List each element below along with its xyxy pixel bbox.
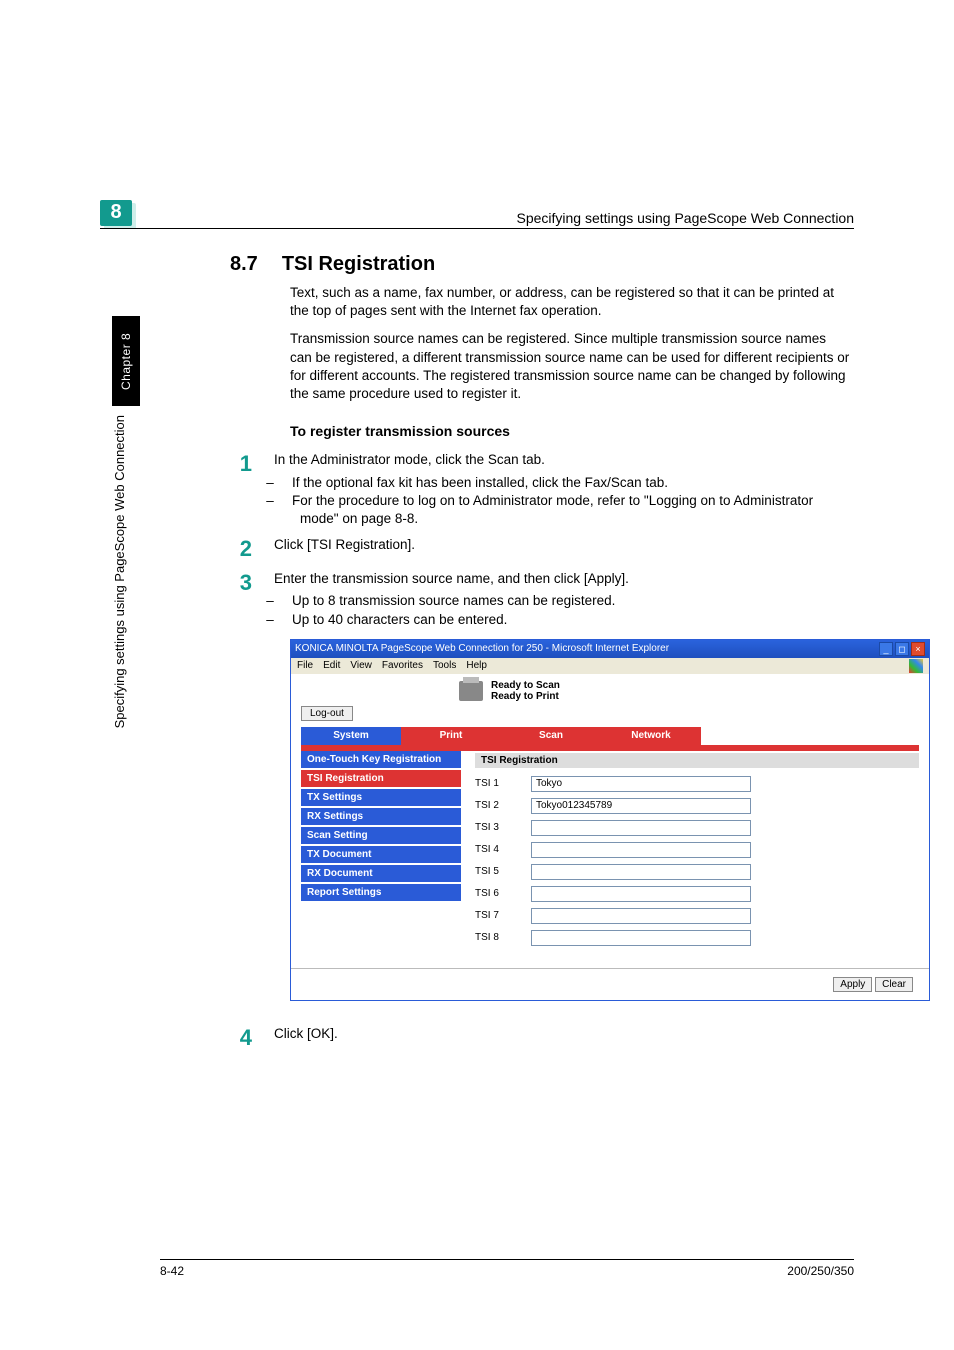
window-title: KONICA MINOLTA PageScope Web Connection … [295,643,669,654]
tsi-row: TSI 6 [475,886,919,902]
procedure-subheading: To register transmission sources [290,423,854,439]
maximize-icon[interactable]: ◻ [895,642,909,656]
tsi-input[interactable] [531,864,751,880]
tsi-input[interactable] [531,930,751,946]
side-nav: One-Touch Key Registration TSI Registrat… [301,751,461,958]
tsi-label: TSI 7 [475,910,511,921]
tsi-row: TSI 4 [475,842,919,858]
tsi-row: TSI 5 [475,864,919,880]
step-subitem-text: Up to 8 transmission source names can be… [292,593,615,608]
step-4: 4 Click [OK]. [230,1025,854,1051]
embedded-browser-window: KONICA MINOLTA PageScope Web Connection … [290,639,930,1001]
step-3: 3 Enter the transmission source name, an… [230,570,854,629]
tsi-input[interactable] [531,776,751,792]
top-tabs: System Print Scan Network [301,727,919,745]
chapter-number-badge: 8 [100,200,132,226]
tsi-input[interactable] [531,886,751,902]
nav-tx-settings[interactable]: TX Settings [301,789,461,808]
menu-help[interactable]: Help [466,660,487,671]
tsi-row: TSI 1 [475,776,919,792]
page-header: 8 Specifying settings using PageScope We… [100,200,854,229]
nav-onetouch[interactable]: One-Touch Key Registration [301,751,461,770]
step-subitem-text: For the procedure to log on to Administr… [292,493,813,526]
apply-button[interactable]: Apply [833,977,872,992]
step-2: 2 Click [TSI Registration]. [230,536,854,562]
nav-tx-document[interactable]: TX Document [301,846,461,865]
tsi-row: TSI 2 [475,798,919,814]
step-subitem: –For the procedure to log on to Administ… [274,492,834,528]
section-number: 8.7 [230,253,258,276]
tab-print[interactable]: Print [401,727,501,745]
step-text: Enter the transmission source name, and … [274,570,629,588]
menu-file[interactable]: File [297,660,313,671]
pane-title: TSI Registration [475,753,919,768]
close-icon[interactable]: × [911,642,925,656]
step-subitem: –Up to 40 characters can be entered. [274,611,629,629]
nav-scan-setting[interactable]: Scan Setting [301,827,461,846]
browser-menubar: File Edit View Favorites Tools Help [291,658,929,674]
clear-button[interactable]: Clear [875,977,913,992]
section-heading: 8.7 TSI Registration [230,253,854,276]
tsi-label: TSI 8 [475,932,511,943]
step-subitem: –Up to 8 transmission source names can b… [274,592,629,610]
tsi-input[interactable] [531,798,751,814]
tab-scan[interactable]: Scan [501,727,601,745]
minimize-icon[interactable]: _ [879,642,893,656]
nav-rx-settings[interactable]: RX Settings [301,808,461,827]
tsi-label: TSI 5 [475,866,511,877]
page-footer: 8-42 200/250/350 [160,1259,854,1278]
tsi-label: TSI 4 [475,844,511,855]
menu-view[interactable]: View [350,660,372,671]
menu-tools[interactable]: Tools [433,660,456,671]
window-titlebar[interactable]: KONICA MINOLTA PageScope Web Connection … [291,640,929,658]
nav-report-settings[interactable]: Report Settings [301,884,461,903]
ready-print-label: Ready to Print [491,691,560,702]
step-subitem-text: If the optional fax kit has been install… [292,475,668,490]
tsi-label: TSI 2 [475,800,511,811]
footer-page-number: 8-42 [160,1264,184,1278]
step-subitem-text: Up to 40 characters can be entered. [292,612,507,627]
tsi-input[interactable] [531,820,751,836]
step-number: 4 [230,1025,252,1051]
side-vertical-title: Specifying settings using PageScope Web … [112,415,127,728]
tsi-row: TSI 3 [475,820,919,836]
status-strip: Ready to Scan Ready to Print [291,674,929,704]
step-number: 1 [230,451,252,477]
side-chapter-tab: Chapter 8 [112,316,140,406]
menu-edit[interactable]: Edit [323,660,340,671]
tsi-label: TSI 3 [475,822,511,833]
step-1: 1 In the Administrator mode, click the S… [230,451,854,528]
intro-paragraph-2: Transmission source names can be registe… [290,330,850,403]
nav-rx-document[interactable]: RX Document [301,865,461,884]
section-title: TSI Registration [282,253,435,276]
content-pane: TSI Registration TSI 1 TSI 2 TSI 3 TSI 4 TSI… [461,751,919,958]
menu-favorites[interactable]: Favorites [382,660,423,671]
tsi-input[interactable] [531,908,751,924]
intro-paragraph-1: Text, such as a name, fax number, or add… [290,284,850,320]
logout-button[interactable]: Log-out [301,706,353,721]
ready-scan-label: Ready to Scan [491,680,560,691]
running-header-title: Specifying settings using PageScope Web … [146,210,854,226]
tsi-row: TSI 8 [475,930,919,946]
step-text: In the Administrator mode, click the Sca… [274,451,834,469]
tab-system[interactable]: System [301,727,401,745]
tsi-label: TSI 1 [475,778,511,789]
tsi-label: TSI 6 [475,888,511,899]
footer-model: 200/250/350 [787,1264,854,1278]
step-number: 3 [230,570,252,596]
tsi-row: TSI 7 [475,908,919,924]
tab-network[interactable]: Network [601,727,701,745]
step-number: 2 [230,536,252,562]
step-text: Click [TSI Registration]. [274,536,415,554]
step-subitem: –If the optional fax kit has been instal… [274,474,834,492]
tsi-input[interactable] [531,842,751,858]
printer-icon [459,681,483,701]
windows-flag-icon [909,659,923,673]
nav-tsi-registration[interactable]: TSI Registration [301,770,461,789]
step-text: Click [OK]. [274,1025,338,1043]
